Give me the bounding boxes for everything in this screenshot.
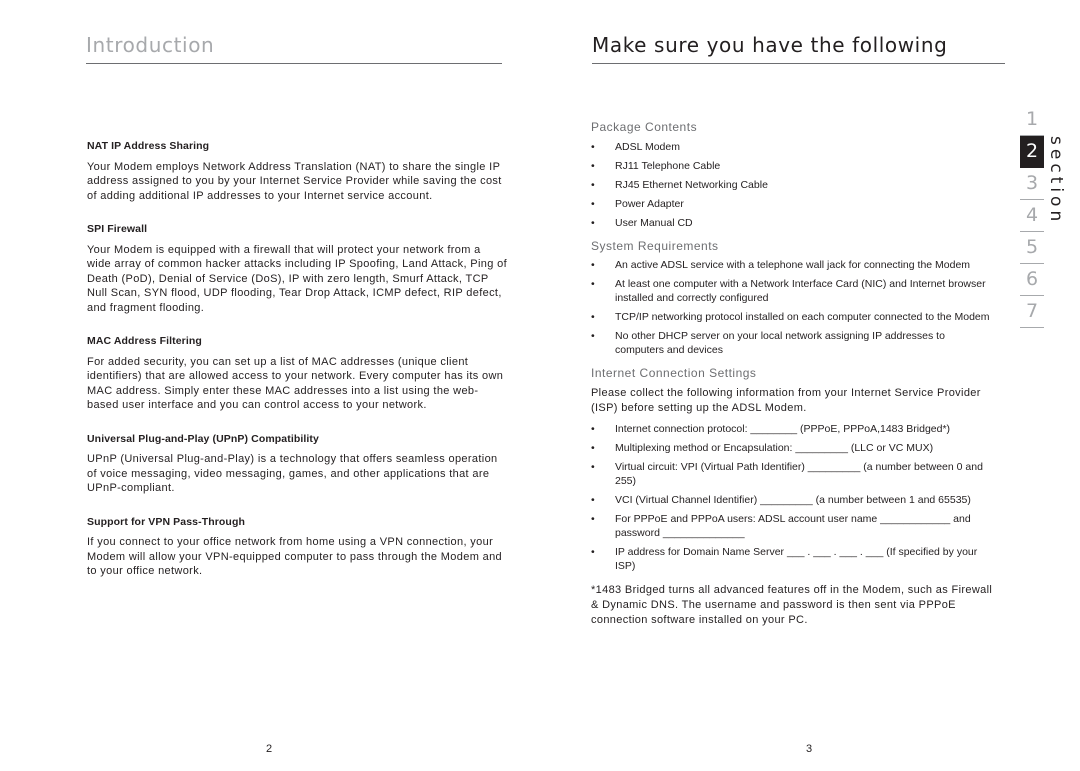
section-tab-4[interactable]: 4: [1020, 200, 1044, 232]
section-heading: Internet Connection Settings: [591, 366, 757, 380]
section-tab-2[interactable]: 2: [1020, 136, 1044, 168]
bullet-icon: •: [591, 197, 595, 210]
list-item-text: ADSL Modem: [615, 140, 680, 153]
list-item: • RJ11 Telephone Cable: [591, 159, 996, 173]
requirements-list: • An active ADSL service with a telephone…: [591, 258, 996, 357]
bullet-icon: •: [591, 441, 595, 454]
section-spi-firewall: SPI Firewall Your Modem is equipped with…: [87, 222, 507, 315]
right-title-rule: [592, 63, 1005, 64]
section-label: section: [1046, 136, 1066, 226]
section-heading: Package Contents: [591, 120, 698, 134]
bullet-icon: •: [591, 493, 595, 506]
page-number-left: 2: [266, 743, 273, 755]
settings-intro: Please collect the following information…: [591, 386, 981, 414]
section-heading: SPI Firewall: [87, 223, 148, 235]
list-item-text: VCI (Virtual Channel Identifier) _______…: [615, 493, 971, 506]
list-item-text: Internet connection protocol: ________ (…: [615, 422, 951, 435]
list-item: • IP address for Domain Name Server ___ .…: [591, 545, 996, 573]
bullet-icon: •: [591, 545, 595, 558]
section-tab-1[interactable]: 1: [1020, 104, 1044, 136]
package-list: • ADSL Modem • RJ11 Telephone Cable • RJ45 …: [591, 140, 996, 230]
bullet-icon: •: [591, 512, 595, 525]
list-item: • No other DHCP server on your local netw…: [591, 329, 996, 357]
section-heading: Universal Plug-and-Play (UPnP) Compatibi…: [87, 432, 319, 445]
list-item-text: RJ45 Ethernet Networking Cable: [615, 178, 768, 191]
page-number-right: 3: [806, 743, 813, 755]
list-item-text: User Manual CD: [615, 216, 693, 229]
bullet-icon: •: [591, 278, 595, 290]
list-item: • ADSL Modem: [591, 140, 996, 154]
list-item-text: TCP/IP networking protocol installed on …: [615, 311, 990, 323]
right-page-title: Make sure you have the following: [592, 33, 948, 57]
bullet-icon: •: [591, 178, 595, 191]
list-item-text: An active ADSL service with a telephone …: [615, 259, 971, 271]
bullet-icon: •: [591, 216, 595, 229]
bullet-icon: •: [591, 330, 595, 342]
list-item: • Power Adapter: [591, 197, 996, 211]
list-item: • An active ADSL service with a telephone…: [591, 258, 996, 272]
settings-list: • Internet connection protocol: ________ …: [591, 422, 996, 573]
list-item-text: IP address for Domain Name Server ___ . …: [615, 545, 978, 572]
list-item-text: At least one computer with a Network Int…: [615, 278, 986, 304]
package-contents: Package Contents • ADSL Modem • RJ11 Telep…: [591, 120, 996, 230]
right-column: Package Contents • ADSL Modem • RJ11 Telep…: [591, 120, 996, 639]
bullet-icon: •: [591, 422, 595, 435]
section-tab-6[interactable]: 6: [1020, 264, 1044, 296]
section-heading: Support for VPN Pass-Through: [87, 515, 245, 528]
section-tabs: 1 2 3 4 5 6 7: [1020, 104, 1044, 328]
section-body: For added security, you can set up a lis…: [87, 355, 504, 412]
list-item: • TCP/IP networking protocol installed on…: [591, 310, 996, 324]
section-tab-5[interactable]: 5: [1020, 232, 1044, 264]
section-body: If you connect to your office network fr…: [87, 536, 503, 577]
list-item: • Internet connection protocol: ________ …: [591, 422, 996, 436]
list-item-text: No other DHCP server on your local netwo…: [615, 330, 945, 356]
left-page-title: Introduction: [86, 33, 215, 57]
list-item: • RJ45 Ethernet Networking Cable: [591, 178, 996, 192]
footnote: *1483 Bridged turns all advanced feature…: [591, 583, 993, 626]
left-column: NAT IP Address Sharing Your Modem employ…: [87, 139, 507, 598]
internet-connection-settings: Internet Connection Settings Please coll…: [591, 366, 996, 628]
bullet-icon: •: [591, 311, 595, 323]
section-mac-filtering: MAC Address Filtering For added security…: [87, 334, 507, 413]
section-heading: MAC Address Filtering: [87, 335, 202, 347]
bullet-icon: •: [591, 159, 595, 172]
bullet-icon: •: [591, 460, 595, 473]
section-tab-7[interactable]: 7: [1020, 296, 1044, 328]
section-body: Your Modem is equipped with a firewall t…: [87, 243, 507, 314]
list-item-text: Virtual circuit: VPI (Virtual Path Ident…: [615, 460, 983, 487]
list-item-text: For PPPoE and PPPoA users: ADSL account …: [615, 512, 971, 539]
section-vpn: Support for VPN Pass-Through If you conn…: [87, 515, 507, 579]
section-heading: System Requirements: [591, 238, 719, 253]
system-requirements: System Requirements • An active ADSL serv…: [591, 239, 996, 358]
list-item: • User Manual CD: [591, 216, 996, 230]
list-item-text: RJ11 Telephone Cable: [615, 159, 721, 172]
section-upnp: Universal Plug-and-Play (UPnP) Compatibi…: [87, 432, 507, 496]
section-nat: NAT IP Address Sharing Your Modem employ…: [87, 139, 507, 203]
list-item-text: Power Adapter: [615, 197, 684, 210]
list-item: • At least one computer with a Network In…: [591, 277, 996, 305]
list-item: • VCI (Virtual Channel Identifier) ______…: [591, 493, 996, 507]
list-item: • For PPPoE and PPPoA users: ADSL account…: [591, 512, 996, 540]
section-tab-3[interactable]: 3: [1020, 168, 1044, 200]
bullet-icon: •: [591, 140, 595, 153]
list-item: • Virtual circuit: VPI (Virtual Path Iden…: [591, 460, 996, 488]
section-body: UPnP (Universal Plug-and-Play) is a tech…: [87, 453, 498, 494]
list-item-text: Multiplexing method or Encapsulation: __…: [615, 441, 934, 454]
list-item: • Multiplexing method or Encapsulation: _…: [591, 441, 996, 455]
section-heading: NAT IP Address Sharing: [87, 140, 210, 152]
left-title-rule: [86, 63, 502, 64]
bullet-icon: •: [591, 259, 595, 271]
section-body: Your Modem employs Network Address Trans…: [87, 160, 502, 202]
